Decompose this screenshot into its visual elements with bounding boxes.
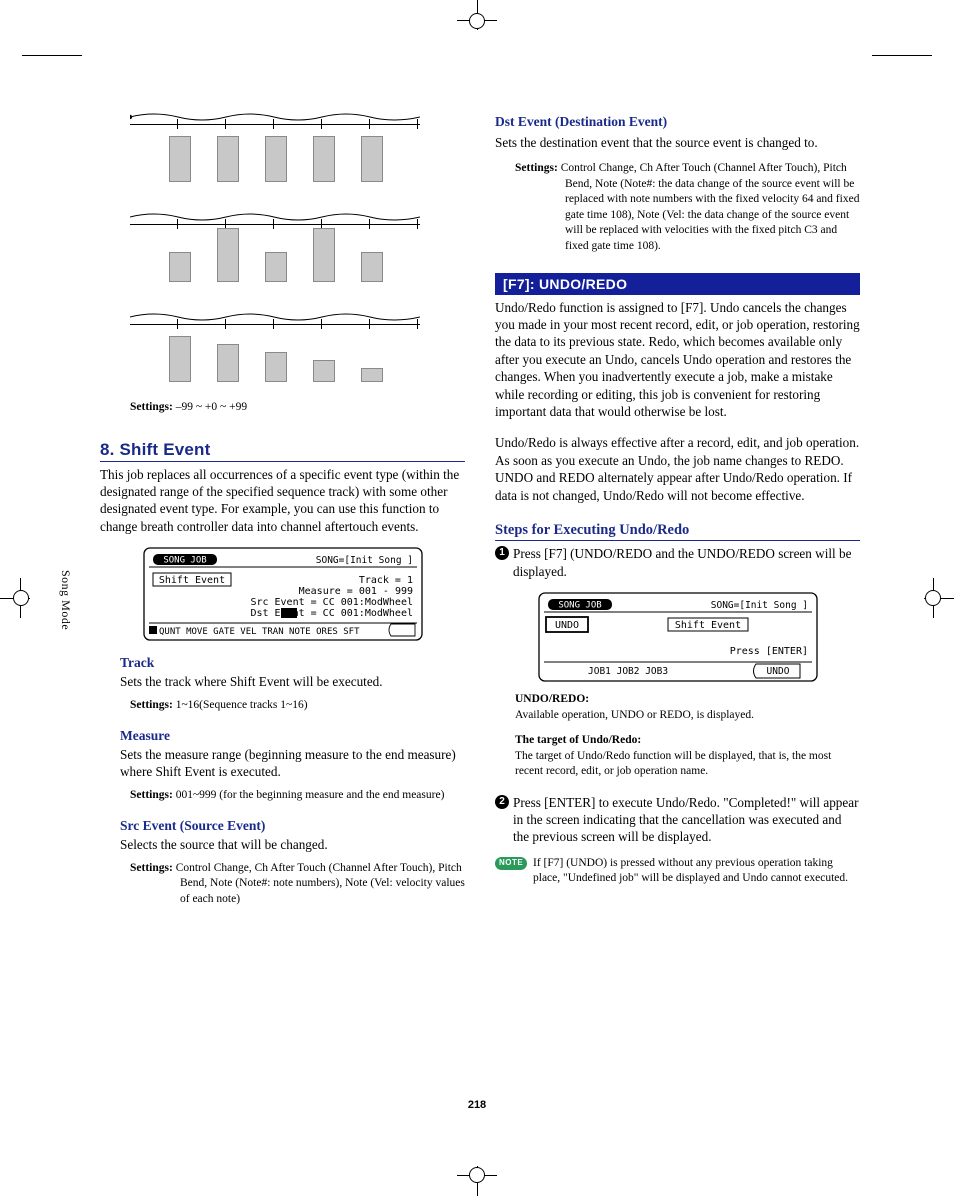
note-line: NOTE If [F7] (UNDO) is pressed without a… xyxy=(495,856,860,887)
crop-mark-right xyxy=(914,568,954,628)
side-tab: Song Mode xyxy=(58,570,73,630)
velocity-diagram xyxy=(130,102,420,382)
steps-heading: Steps for Executing Undo/Redo xyxy=(495,522,860,541)
section-title-shift-event: 8. Shift Event xyxy=(100,440,465,462)
measure-body: Sets the measure range (beginning measur… xyxy=(120,746,465,780)
undo-body-1: Undo/Redo function is assigned to [F7]. … xyxy=(495,299,860,421)
svg-text:Shift Event: Shift Event xyxy=(674,620,740,631)
crop-mark-left xyxy=(0,568,40,628)
svg-text:QUNT MOVE GATE VEL TRAN NOTE: QUNT MOVE GATE VEL TRAN NOTE ORES SFT xyxy=(159,627,360,637)
undo-redo-note: UNDO/REDO: Available operation, UNDO or … xyxy=(515,692,860,723)
svg-text:Press [ENTER]: Press [ENTER] xyxy=(729,646,807,657)
corner-rule xyxy=(22,55,82,56)
step-number-icon: 1 xyxy=(495,546,509,560)
diagram-settings: Settings: –99 ~ +0 ~ +99 xyxy=(130,400,465,416)
svg-text:Measure = 001 - 999: Measure = 001 - 999 xyxy=(298,586,412,597)
page-number: 218 xyxy=(468,1099,486,1111)
corner-rule xyxy=(872,55,932,56)
svg-text:SONG=[Init Song ]: SONG=[Init Song ] xyxy=(315,555,412,566)
page-content: Settings: –99 ~ +0 ~ +99 8. Shift Event … xyxy=(100,100,860,907)
lcd-undo: SONG JOB SONG=[Init Song ] UNDO Shift Ev… xyxy=(538,592,818,682)
src-event-heading: Src Event (Source Event) xyxy=(120,818,465,834)
svg-text:SONG=[Init Song ]: SONG=[Init Song ] xyxy=(710,600,807,611)
step-2: 2 Press [ENTER] to execute Undo/Redo. "C… xyxy=(495,794,860,846)
f7-undo-redo-header: [F7]: UNDO/REDO xyxy=(495,273,860,295)
svg-text:Src Event = CC 001:ModWheel: Src Event = CC 001:ModWheel xyxy=(250,597,413,608)
svg-text:Track = 1: Track = 1 xyxy=(358,575,412,586)
lcd-shift-event: SONG JOB SONG=[Init Song ] Shift Event T… xyxy=(143,547,423,641)
track-heading: Track xyxy=(120,655,465,671)
dst-event-body: Sets the destination event that the sour… xyxy=(495,134,860,151)
crop-mark-bottom xyxy=(447,1156,507,1196)
crop-mark-top xyxy=(447,0,507,40)
svg-text:JOB1 JOB2 JOB3: JOB1 JOB2 JOB3 xyxy=(588,666,668,677)
dst-event-settings: Settings: Control Change, Ch After Touch… xyxy=(515,161,860,254)
measure-settings: Settings: 001~999 (for the beginning mea… xyxy=(130,788,465,804)
svg-text:Dst Event = CC 001:ModWheel: Dst Event = CC 001:ModWheel xyxy=(250,608,413,619)
measure-heading: Measure xyxy=(120,728,465,744)
track-body: Sets the track where Shift Event will be… xyxy=(120,673,465,690)
right-column: Dst Event (Destination Event) Sets the d… xyxy=(495,100,860,907)
step-number-icon: 2 xyxy=(495,795,509,809)
svg-text:UNDO: UNDO xyxy=(554,620,578,631)
svg-text:SONG JOB: SONG JOB xyxy=(558,601,601,611)
src-event-body: Selects the source that will be changed. xyxy=(120,836,465,853)
settings-label: Settings: xyxy=(130,401,173,413)
step-1: 1 Press [F7] (UNDO/REDO and the UNDO/RED… xyxy=(495,545,860,580)
target-note: The target of Undo/Redo: The target of U… xyxy=(515,733,860,780)
undo-body-2: Undo/Redo is always effective after a re… xyxy=(495,434,860,504)
svg-text:Shift Event: Shift Event xyxy=(158,575,224,586)
left-column: Settings: –99 ~ +0 ~ +99 8. Shift Event … xyxy=(100,100,465,907)
settings-value: –99 ~ +0 ~ +99 xyxy=(176,401,247,413)
svg-text:UNDO: UNDO xyxy=(766,666,789,677)
track-settings: Settings: 1~16(Sequence tracks 1~16) xyxy=(130,698,465,714)
svg-text:SONG JOB: SONG JOB xyxy=(163,556,206,566)
note-badge-icon: NOTE xyxy=(495,857,527,870)
section-body: This job replaces all occurrences of a s… xyxy=(100,466,465,536)
dst-event-heading: Dst Event (Destination Event) xyxy=(495,114,860,130)
src-event-settings: Settings: Control Change, Ch After Touch… xyxy=(130,861,465,908)
